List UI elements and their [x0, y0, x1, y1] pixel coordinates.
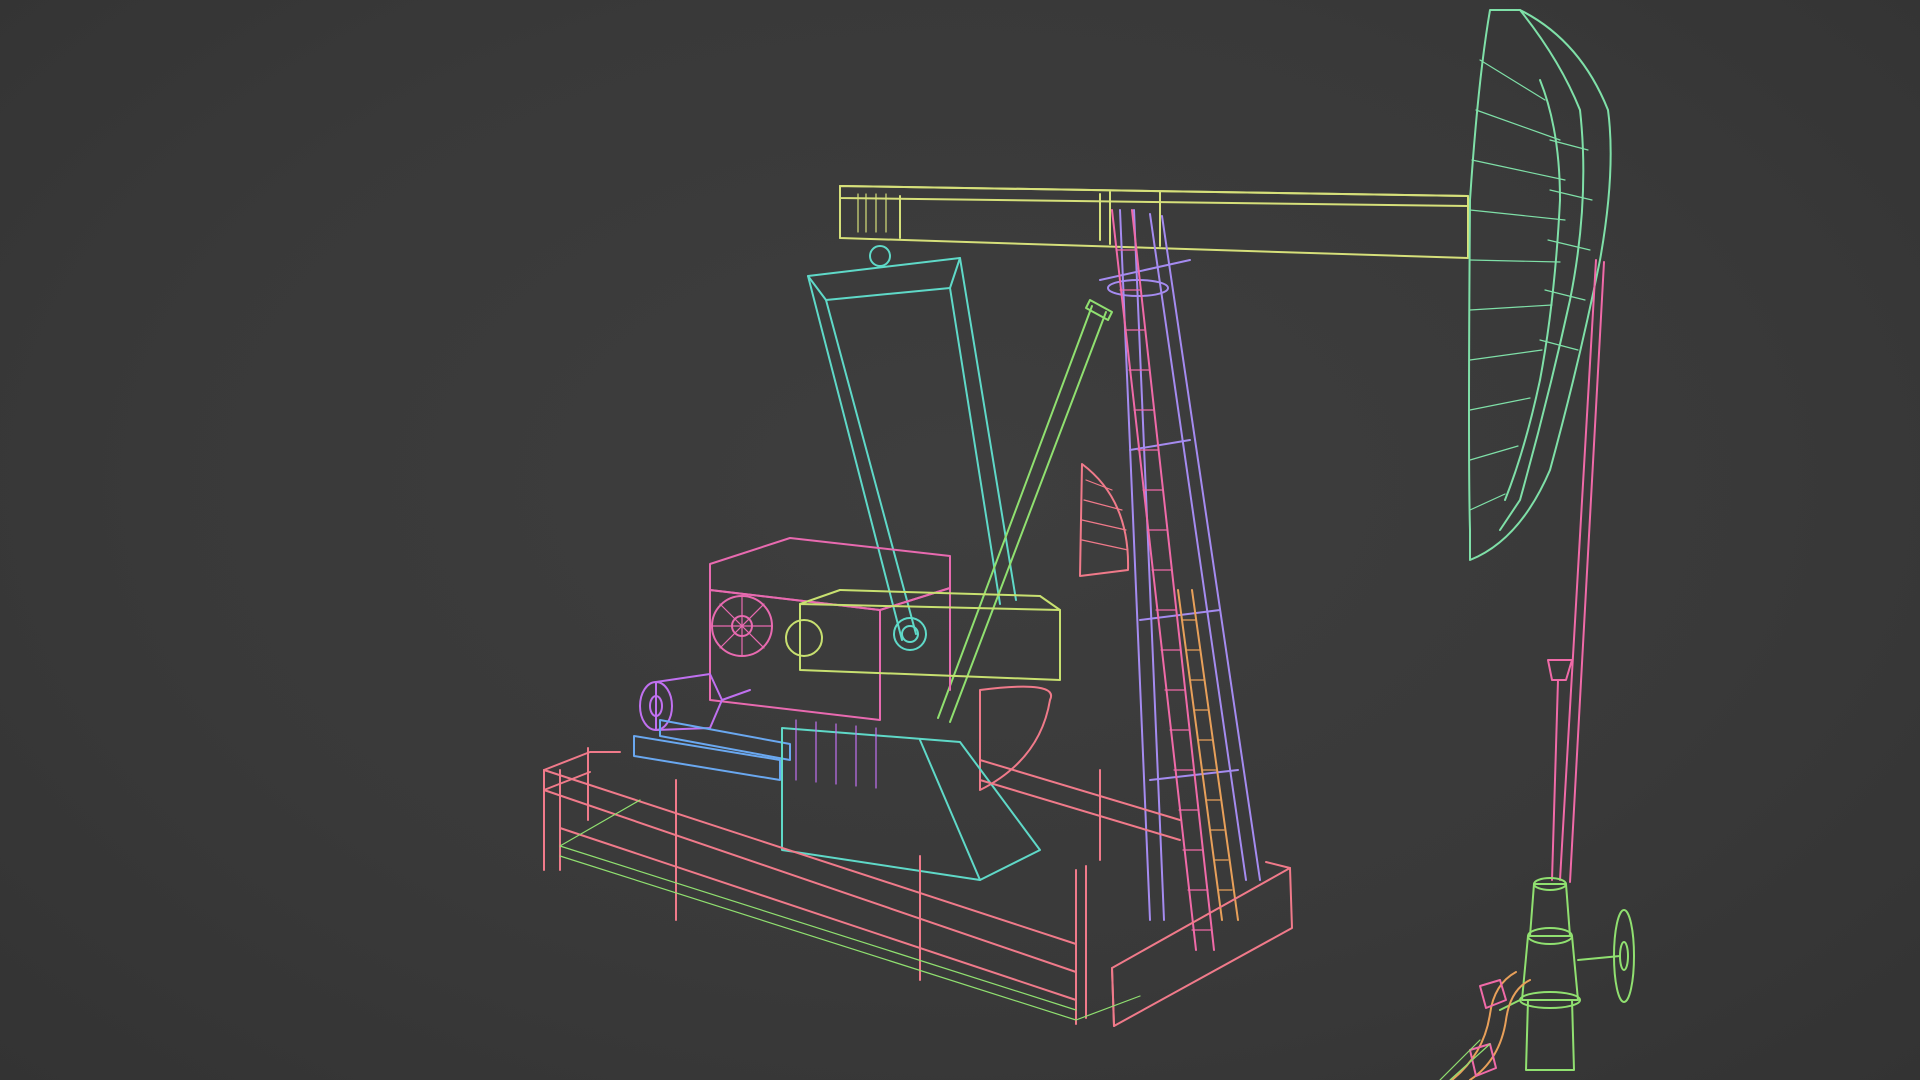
wellhead: [1499, 877, 1635, 1071]
3d-viewport[interactable]: [0, 0, 1920, 1080]
support-stand: [781, 719, 1041, 881]
skid-base: [1111, 861, 1293, 1027]
platform-rails: [559, 799, 1141, 1021]
horse-head: [1468, 9, 1612, 561]
brace: [937, 299, 1113, 723]
ladder-front: [1111, 209, 1215, 951]
flow-line: [1451, 971, 1531, 1080]
polished-rod: [1547, 259, 1605, 883]
railing: [543, 747, 1181, 1025]
pumpjack-wireframe-model: [543, 9, 1635, 1080]
